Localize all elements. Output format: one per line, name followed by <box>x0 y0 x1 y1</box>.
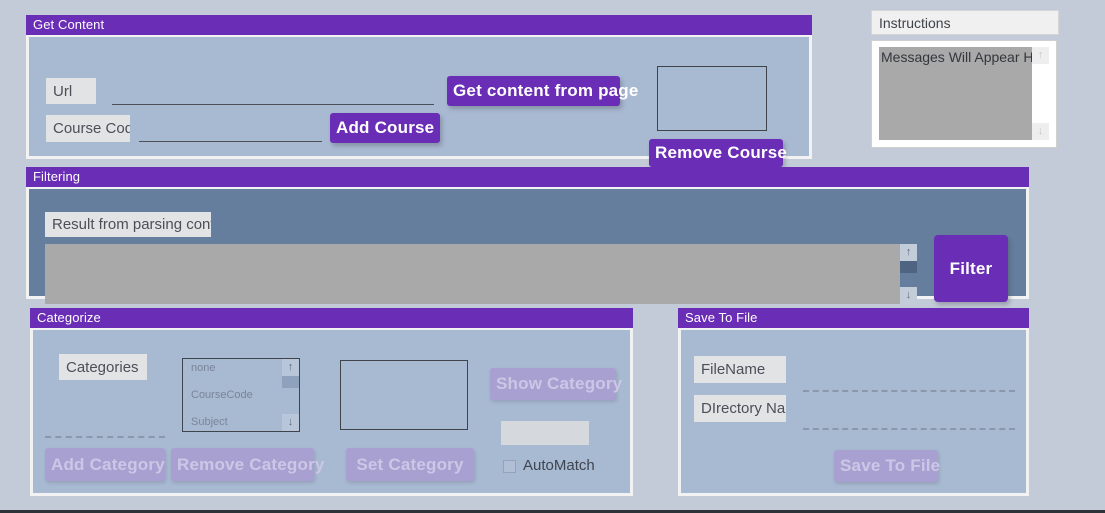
course-code-input[interactable] <box>139 117 322 142</box>
filtering-scrollbar[interactable]: ↑ ↓ <box>900 244 917 304</box>
scroll-down-icon[interactable]: ↓ <box>282 414 299 431</box>
scroll-up-icon[interactable]: ↑ <box>1032 47 1049 64</box>
scrollbar-thumb[interactable] <box>1032 64 1049 76</box>
scrollbar-thumb[interactable] <box>900 261 917 273</box>
scroll-up-icon[interactable]: ↑ <box>282 359 299 376</box>
automatch-checkbox[interactable] <box>503 460 516 473</box>
save-to-file-panel: Save To File FileName DIrectory Name Sav… <box>678 308 1029 496</box>
course-code-label: Course Code <box>46 115 130 142</box>
set-category-button[interactable]: Set Category <box>346 448 474 481</box>
categorize-panel-body: Categories none CourseCode Subject ↑ ↓ A… <box>30 328 633 496</box>
scroll-down-icon[interactable]: ↓ <box>1032 123 1049 140</box>
save-to-file-panel-body: FileName DIrectory Name Save To File <box>678 328 1029 496</box>
directory-name-input[interactable] <box>803 408 1015 430</box>
category-name-input[interactable] <box>45 418 165 438</box>
get-content-panel-title: Get Content <box>26 15 812 35</box>
save-to-file-panel-title: Save To File <box>678 308 1029 328</box>
category-listbox-scrollbar[interactable]: ↑ ↓ <box>282 359 299 431</box>
directory-name-label: DIrectory Name <box>694 395 786 422</box>
filtering-panel-title: Filtering <box>26 167 1029 187</box>
remove-course-button[interactable]: Remove Course <box>649 139 787 167</box>
instructions-scrollbar[interactable]: ↑ ↓ <box>1032 47 1049 140</box>
parsing-result-textarea[interactable] <box>45 244 900 304</box>
scroll-up-icon[interactable]: ↑ <box>900 244 917 261</box>
instructions-label: Instructions <box>871 10 1059 35</box>
application-window: Get Content Url Course Code Get content … <box>0 0 1105 513</box>
instructions-message[interactable]: Messages Will Appear Here <box>879 47 1032 140</box>
remove-category-button[interactable]: Remove Category <box>171 448 324 481</box>
category-listbox[interactable]: none CourseCode Subject ↑ ↓ <box>182 358 300 432</box>
add-course-button[interactable]: Add Course <box>330 113 440 143</box>
url-label: Url <box>46 78 96 104</box>
filename-label: FileName <box>694 356 786 383</box>
categorize-panel: Categorize Categories none CourseCode Su… <box>30 308 633 496</box>
filtering-panel: Filtering Result from parsing content ↑ … <box>26 167 1029 304</box>
filtering-panel-body: Result from parsing content ↑ ↓ Filter <box>26 187 1029 304</box>
get-content-from-page-button[interactable]: Get content from page <box>447 76 638 106</box>
category-display-field[interactable] <box>501 421 589 445</box>
selected-categories-box[interactable] <box>340 360 468 430</box>
course-list-box[interactable] <box>657 66 767 131</box>
url-input[interactable] <box>112 80 434 105</box>
result-from-parsing-label: Result from parsing content <box>45 212 211 237</box>
filename-input[interactable] <box>803 370 1015 392</box>
add-category-button[interactable]: Add Category <box>45 448 165 481</box>
scroll-down-icon[interactable]: ↓ <box>900 287 917 304</box>
automatch-label: AutoMatch <box>523 457 595 474</box>
scrollbar-thumb[interactable] <box>282 376 299 388</box>
show-category-button[interactable]: Show Category <box>490 368 622 400</box>
get-content-panel: Get Content Url Course Code Get content … <box>26 15 812 167</box>
get-content-panel-body: Url Course Code Get content from page Ad… <box>26 35 812 167</box>
categories-label: Categories <box>59 354 147 380</box>
categorize-panel-title: Categorize <box>30 308 633 328</box>
filter-button[interactable]: Filter <box>934 235 1008 302</box>
save-to-file-button[interactable]: Save To File <box>834 450 940 482</box>
